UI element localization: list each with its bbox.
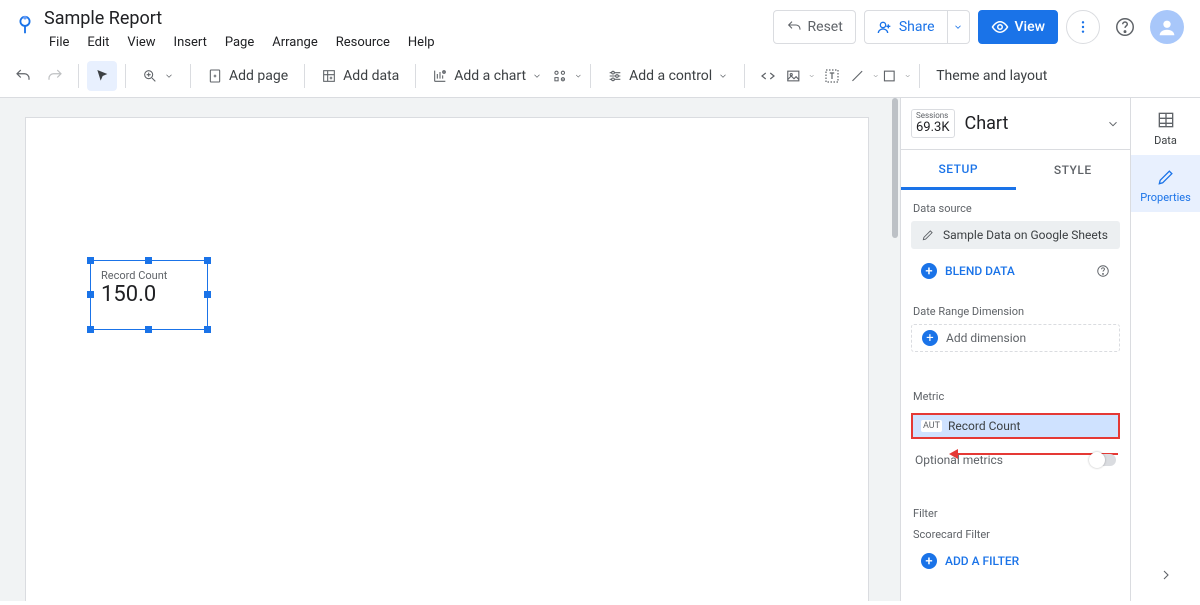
chevron-down-icon xyxy=(1106,117,1120,131)
plus-icon: + xyxy=(921,263,937,279)
rail-properties[interactable]: Properties xyxy=(1131,155,1200,212)
theme-layout-button[interactable]: Theme and layout xyxy=(928,61,1055,91)
rail-data[interactable]: Data xyxy=(1131,98,1200,155)
plus-icon: + xyxy=(921,553,937,569)
url-embed-button[interactable] xyxy=(753,61,783,91)
blend-data-button[interactable]: + BLEND DATA xyxy=(911,257,1120,285)
metric-name: Record Count xyxy=(948,419,1020,433)
optional-metrics-toggle[interactable] xyxy=(1090,454,1116,466)
menu-edit[interactable]: Edit xyxy=(78,31,118,54)
selection-tool[interactable] xyxy=(87,61,117,91)
rail-properties-label: Properties xyxy=(1131,191,1200,204)
add-page-label: Add page xyxy=(229,68,288,84)
chart-picker-label: Chart xyxy=(965,113,1096,134)
report-page[interactable] xyxy=(26,118,868,601)
reset-label: Reset xyxy=(808,19,843,35)
resize-handle[interactable] xyxy=(87,326,94,333)
line-button[interactable] xyxy=(849,61,879,91)
add-filter-button[interactable]: + ADD A FILTER xyxy=(911,547,1120,575)
tab-style[interactable]: STYLE xyxy=(1016,150,1131,190)
resize-handle[interactable] xyxy=(204,291,211,298)
scorecard-metric-value: 150.0 xyxy=(91,282,207,307)
view-button[interactable]: View xyxy=(978,10,1059,44)
scorecard-thumbnail-icon: Sessions69.3K xyxy=(911,109,955,137)
document-title[interactable]: Sample Report xyxy=(40,6,773,31)
add-date-dimension[interactable]: + Add dimension xyxy=(911,324,1120,352)
add-page-button[interactable]: Add page xyxy=(199,61,296,91)
resize-handle[interactable] xyxy=(145,326,152,333)
scorecard-metric-label: Record Count xyxy=(91,261,207,282)
add-chart-label: Add a chart xyxy=(454,68,526,84)
properties-panel: Sessions69.3K Chart SETUP STYLE Data sou… xyxy=(900,98,1130,601)
blend-label: BLEND DATA xyxy=(945,264,1088,278)
optional-metrics-label: Optional metrics xyxy=(915,453,1003,467)
share-dropdown[interactable] xyxy=(948,10,970,44)
separator xyxy=(125,64,126,88)
add-dimension-label: Add dimension xyxy=(946,331,1026,345)
menu-insert[interactable]: Insert xyxy=(165,31,216,54)
rail-data-label: Data xyxy=(1131,134,1200,147)
separator xyxy=(190,64,191,88)
redo-button[interactable] xyxy=(40,61,70,91)
add-data-label: Add data xyxy=(343,68,399,84)
separator xyxy=(919,64,920,88)
menu-help[interactable]: Help xyxy=(399,31,444,54)
metric-chip[interactable]: AUT Record Count xyxy=(911,413,1120,439)
canvas[interactable]: Record Count 150.0 xyxy=(0,98,900,601)
chart-type-picker[interactable]: Sessions69.3K Chart xyxy=(901,98,1130,150)
menubar: File Edit View Insert Page Arrange Resou… xyxy=(40,31,773,54)
add-data-button[interactable]: Add data xyxy=(313,61,407,91)
resize-handle[interactable] xyxy=(204,257,211,264)
zoom-tool[interactable] xyxy=(134,61,182,91)
side-rail: Data Properties xyxy=(1130,98,1200,601)
shape-button[interactable] xyxy=(881,61,911,91)
vertical-scrollbar[interactable] xyxy=(890,98,900,601)
reset-button[interactable]: Reset xyxy=(773,10,856,44)
separator xyxy=(415,64,416,88)
separator xyxy=(744,64,745,88)
resize-handle[interactable] xyxy=(87,257,94,264)
data-source-heading: Data source xyxy=(901,190,1130,221)
scorecard-chart[interactable]: Record Count 150.0 xyxy=(90,260,208,330)
text-button[interactable] xyxy=(817,61,847,91)
view-label: View xyxy=(1015,19,1046,35)
data-source-chip[interactable]: Sample Data on Google Sheets xyxy=(911,221,1120,249)
resize-handle[interactable] xyxy=(145,257,152,264)
resize-handle[interactable] xyxy=(204,326,211,333)
rail-expand-button[interactable] xyxy=(1158,553,1174,601)
share-label: Share xyxy=(899,19,935,35)
separator xyxy=(304,64,305,88)
menu-resource[interactable]: Resource xyxy=(327,31,399,54)
add-control-label: Add a control xyxy=(629,68,712,84)
menu-page[interactable]: Page xyxy=(216,31,263,54)
add-filter-label: ADD A FILTER xyxy=(945,554,1019,568)
undo-button[interactable] xyxy=(8,61,38,91)
separator xyxy=(590,64,591,88)
community-viz-button[interactable] xyxy=(552,61,582,91)
app-logo[interactable] xyxy=(10,6,40,44)
metric-aggregation-badge: AUT xyxy=(921,420,942,432)
share-button[interactable]: Share xyxy=(864,10,948,44)
menu-file[interactable]: File xyxy=(40,31,78,54)
date-range-heading: Date Range Dimension xyxy=(901,293,1130,324)
metric-heading: Metric xyxy=(901,378,1130,409)
add-control-button[interactable]: Add a control xyxy=(599,61,736,91)
more-options-button[interactable] xyxy=(1066,10,1100,44)
resize-handle[interactable] xyxy=(87,291,94,298)
plus-icon: + xyxy=(922,330,938,346)
pencil-icon xyxy=(921,228,935,242)
filter-heading: Filter xyxy=(901,495,1130,526)
add-chart-button[interactable]: Add a chart xyxy=(424,61,550,91)
account-avatar[interactable] xyxy=(1150,10,1184,44)
image-button[interactable] xyxy=(785,61,815,91)
menu-arrange[interactable]: Arrange xyxy=(263,31,326,54)
help-button[interactable] xyxy=(1108,10,1142,44)
separator xyxy=(78,64,79,88)
help-icon[interactable] xyxy=(1096,264,1110,278)
menu-view[interactable]: View xyxy=(118,31,164,54)
data-source-name: Sample Data on Google Sheets xyxy=(943,228,1108,242)
theme-label: Theme and layout xyxy=(936,68,1047,84)
filter-subheading: Scorecard Filter xyxy=(901,526,1130,547)
tab-setup[interactable]: SETUP xyxy=(901,150,1016,190)
